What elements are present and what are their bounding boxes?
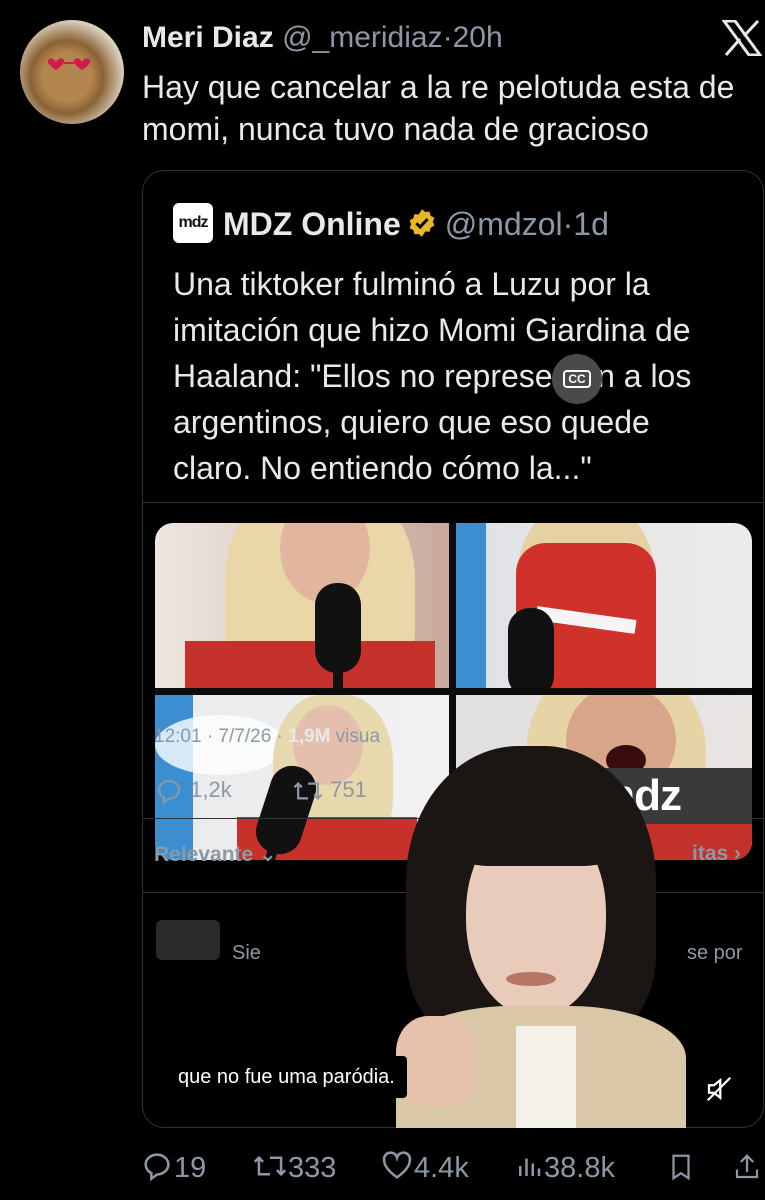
share-icon[interactable]: [732, 1150, 762, 1184]
author-name[interactable]: Meri Diaz: [142, 21, 274, 54]
separator-dot: ·: [442, 21, 453, 54]
tiktoker-video-overlay[interactable]: [396, 736, 686, 1128]
author-handle[interactable]: @_meridiaz: [282, 21, 443, 54]
mute-icon[interactable]: [704, 1074, 734, 1104]
reply-icon: [144, 1153, 170, 1182]
quoted-tweet-header: mdz MDZ Online @mdzol·1d: [173, 202, 609, 245]
quoted-author-handle: @mdzol: [444, 206, 563, 242]
tweet-text: Hay que cancelar a la re pelotuda esta d…: [142, 69, 735, 147]
reply-button[interactable]: 19: [140, 1148, 206, 1188]
tweet-time[interactable]: 20h: [453, 21, 503, 54]
separator-dot: ·: [562, 206, 574, 242]
closed-captions-button[interactable]: CC: [552, 354, 602, 404]
views-chart-icon: [519, 1158, 541, 1177]
retweet-button[interactable]: 333: [252, 1148, 336, 1188]
frame-top-left: [155, 523, 449, 688]
frame-top-right: [456, 523, 752, 688]
tweet-header: Meri Diaz @_meridiaz·20h: [142, 20, 503, 56]
quoted-tweet-text: Una tiktoker fulminó a Luzu por la imita…: [173, 266, 692, 486]
cc-label: CC: [563, 370, 591, 388]
x-logo-icon[interactable]: [722, 20, 762, 56]
verified-badge-icon: [409, 208, 435, 237]
retweet-count: 333: [288, 1152, 337, 1184]
author-avatar[interactable]: [20, 20, 124, 124]
retweet-icon: [253, 1156, 287, 1177]
video-caption: que no fue uma paródia.: [166, 1056, 407, 1098]
heart-glasses-icon: [47, 58, 91, 70]
heart-icon: [382, 1151, 412, 1180]
reply-count: 19: [174, 1152, 207, 1184]
mdz-logo: mdz: [173, 202, 213, 243]
views-button[interactable]: 38.8k: [514, 1148, 615, 1188]
quoted-time: 1d: [573, 206, 609, 242]
media-divider: [142, 502, 764, 503]
like-count: 4.4k: [414, 1152, 469, 1184]
bookmark-icon[interactable]: [666, 1150, 696, 1184]
like-button[interactable]: 4.4k: [380, 1148, 469, 1188]
quoted-author-name: MDZ Online: [223, 206, 401, 242]
views-count: 38.8k: [544, 1152, 615, 1184]
